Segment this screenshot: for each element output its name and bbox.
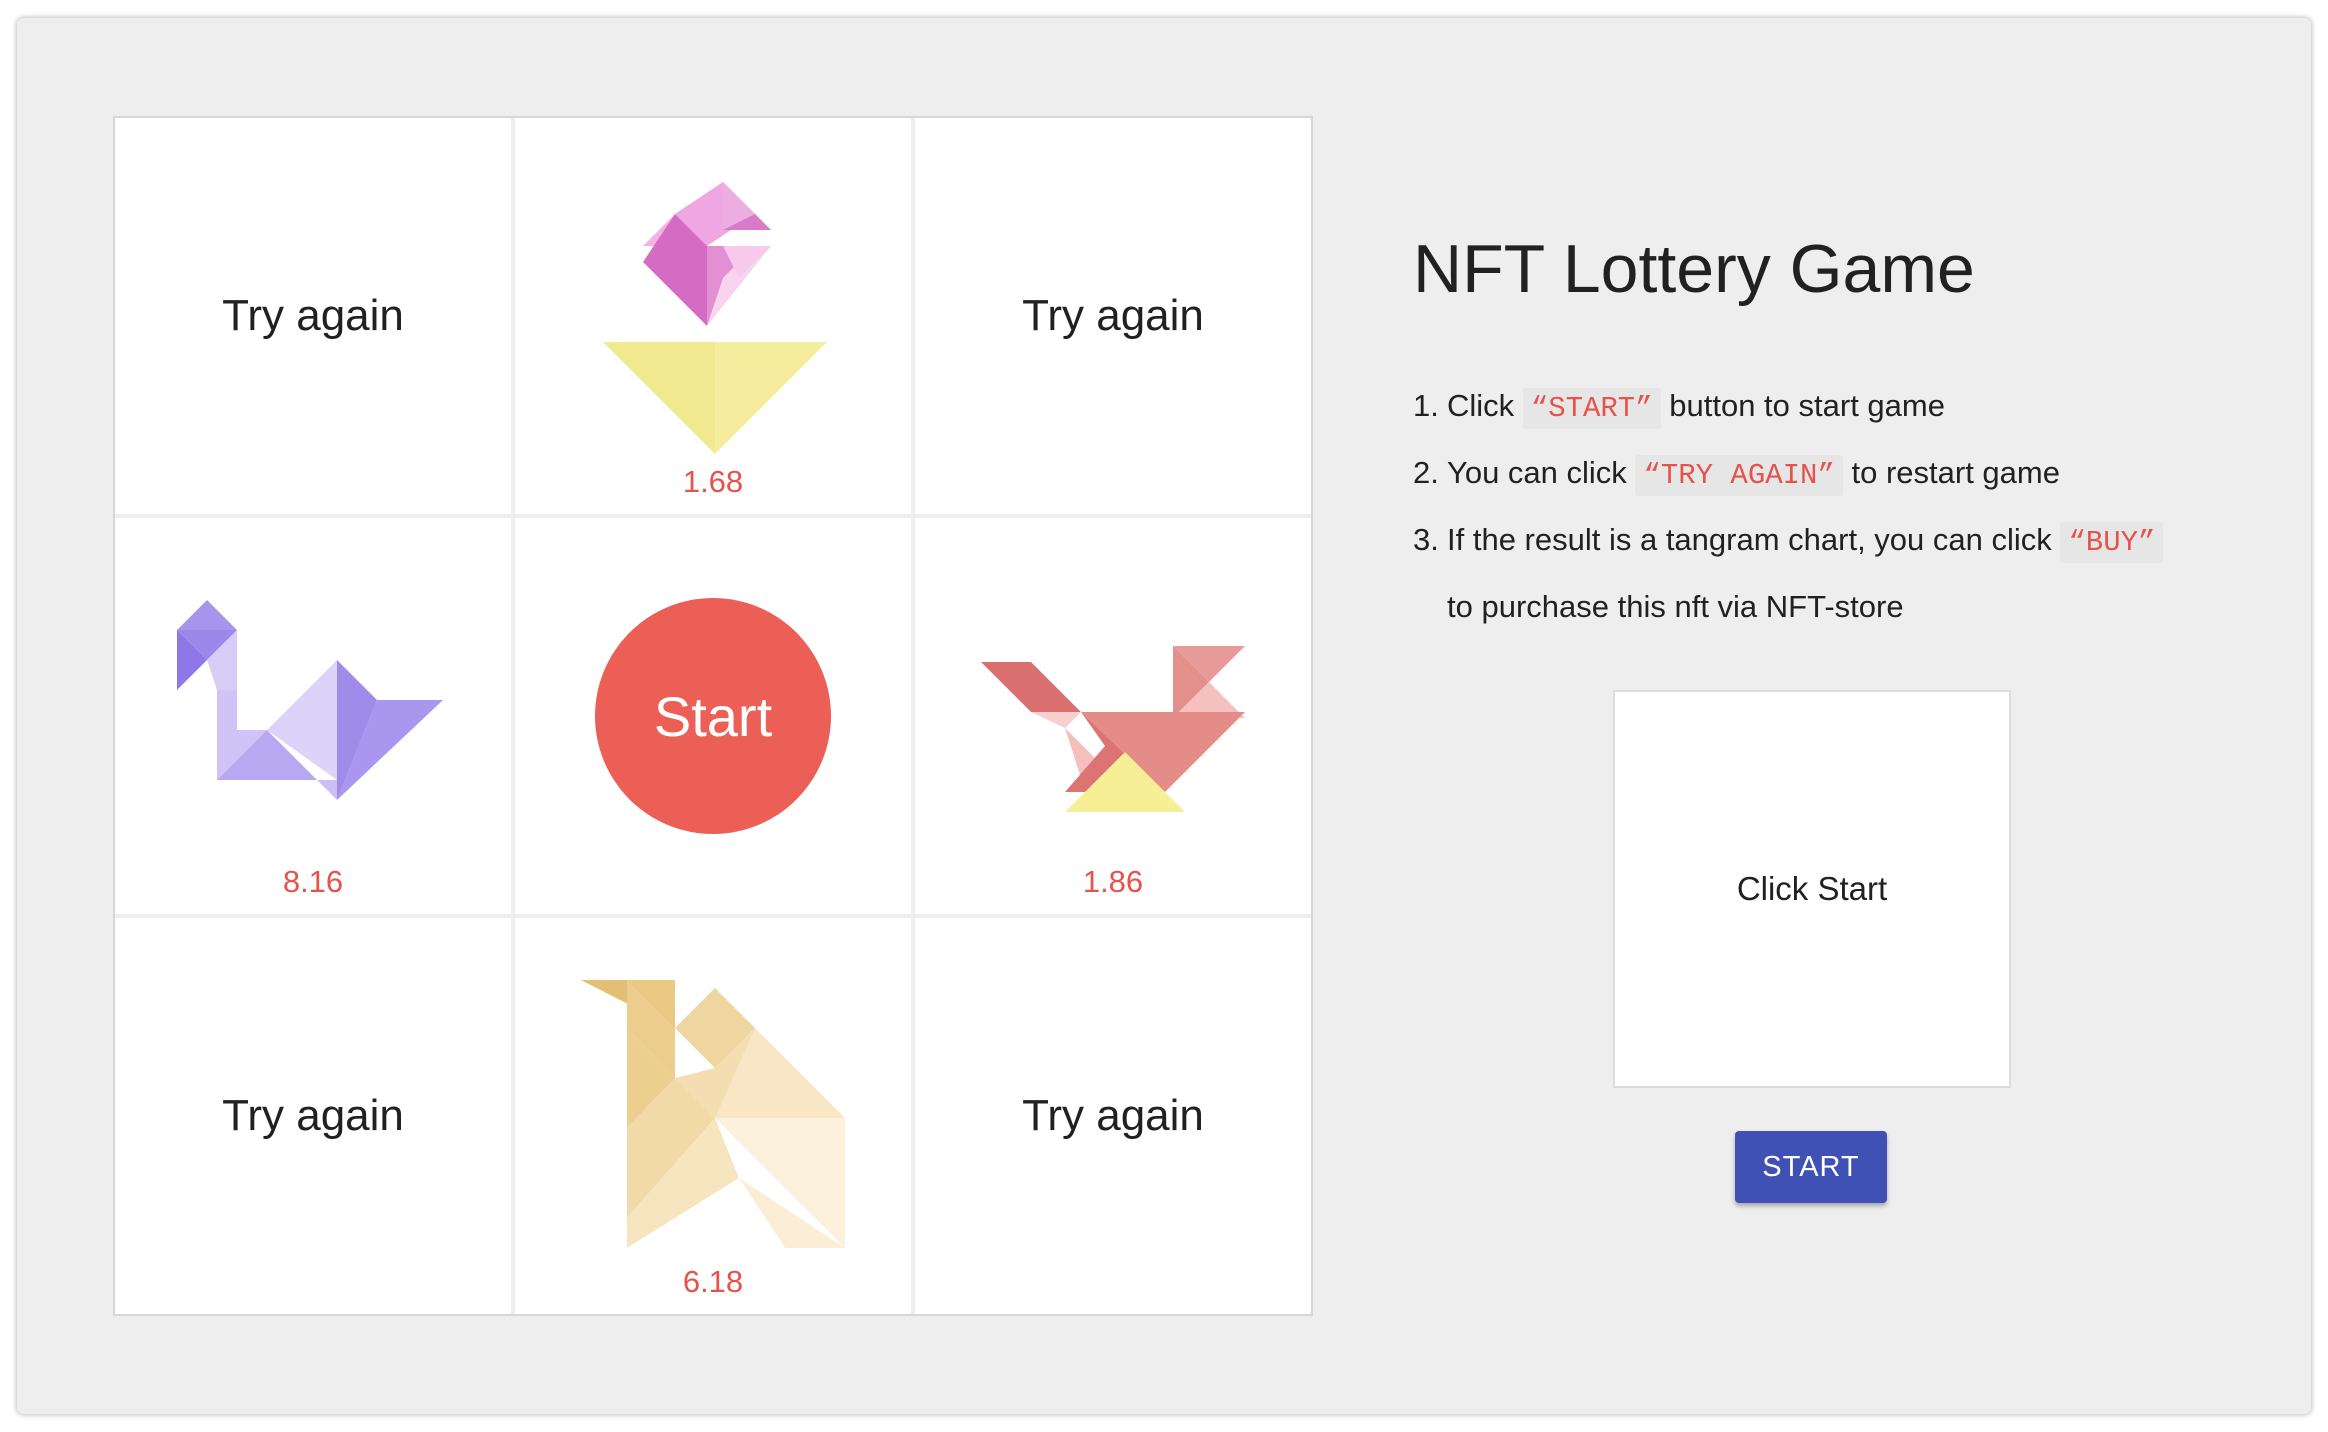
nft-price: 8.16	[282, 864, 344, 899]
swan-tangram-icon	[177, 600, 443, 800]
result-text: Click Start	[1736, 870, 1888, 907]
grid-cell-try-again-3[interactable]: Try again	[115, 918, 511, 1314]
instruction-step-3-continuation: to purchase this nft via NFT-store	[1447, 589, 1904, 624]
grid-cell-try-again-2[interactable]: Try again	[915, 118, 1311, 514]
grid-cell-try-again-1[interactable]: Try again	[115, 118, 511, 514]
grid-cell-nft-flower[interactable]: 1.68	[515, 118, 911, 514]
lottery-grid: Try again 1.68 Try again 8.16 Start 1.86…	[113, 116, 1313, 1316]
page-title: NFT Lottery Game	[1413, 231, 1975, 307]
flower-tangram-icon	[603, 182, 827, 454]
grid-cell-nft-swan[interactable]: 8.16	[115, 518, 511, 914]
grid-cell-nft-bird[interactable]: 1.86	[915, 518, 1311, 914]
keyword-buy: “BUY”	[2060, 522, 2164, 563]
try-again-label[interactable]: Try again	[115, 291, 511, 341]
app-window: Try again 1.68 Try again 8.16 Start 1.86…	[17, 18, 2311, 1414]
instruction-step-1: 1. Click “START” button to start game	[1413, 374, 2163, 441]
keyword-try-again: “TRY AGAIN”	[1635, 455, 1843, 496]
start-circle-button[interactable]: Start	[595, 598, 831, 834]
camel-tangram-icon	[581, 980, 845, 1248]
result-display: Click Start	[1613, 690, 2011, 1088]
grid-cell-nft-camel[interactable]: 6.18	[515, 918, 911, 1314]
nft-price: 1.68	[682, 464, 744, 499]
grid-cell-start: Start	[515, 518, 911, 914]
try-again-label[interactable]: Try again	[915, 1091, 1311, 1141]
nft-price: 1.86	[1082, 864, 1144, 899]
bird-tangram-icon	[981, 646, 1245, 812]
grid-cell-try-again-4[interactable]: Try again	[915, 918, 1311, 1314]
try-again-label[interactable]: Try again	[915, 291, 1311, 341]
nft-price: 6.18	[682, 1264, 744, 1299]
try-again-label[interactable]: Try again	[115, 1091, 511, 1141]
keyword-start: “START”	[1522, 388, 1661, 429]
info-panel: NFT Lottery Game 1. Click “START” button …	[1413, 18, 2273, 1414]
instruction-step-3: 3. If the result is a tangram chart, you …	[1413, 508, 2164, 575]
instruction-step-2: 2. You can click “TRY AGAIN” to restart g…	[1413, 441, 2163, 508]
start-button[interactable]: START	[1735, 1131, 1887, 1203]
instructions-list: 1. Click “START” button to start game 2. Y…	[1413, 374, 2164, 639]
